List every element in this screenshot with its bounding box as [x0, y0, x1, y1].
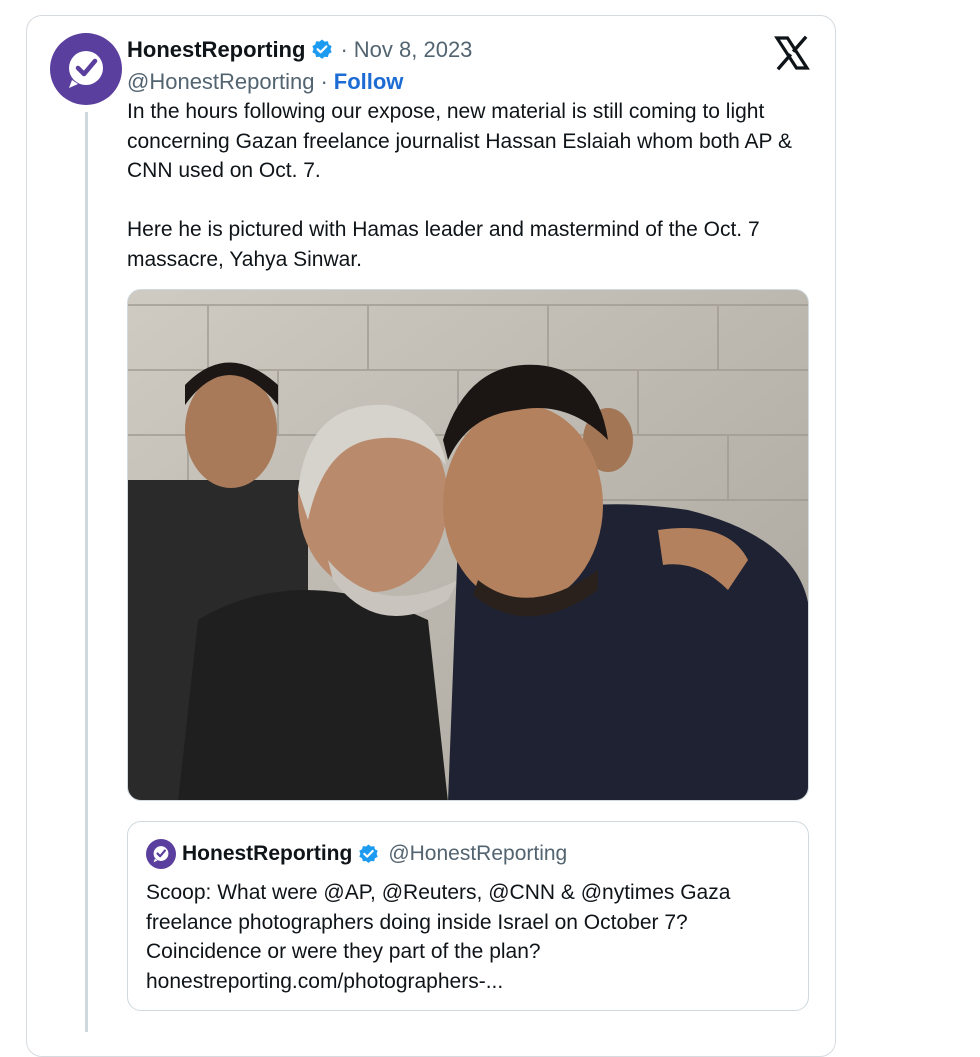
verified-badge-icon — [312, 39, 333, 59]
tweet-subheader: @HonestReporting · Follow — [127, 66, 403, 98]
quoted-author-avatar — [146, 839, 176, 869]
quoted-tweet-header: HonestReporting @HonestReporting — [146, 838, 567, 870]
author-avatar[interactable] — [50, 33, 122, 105]
tweet-header: HonestReporting · Nov 8, 2023 — [127, 34, 472, 66]
separator-dot: · — [340, 37, 348, 62]
checkmark-speech-bubble-icon — [153, 846, 169, 863]
photo-image — [128, 290, 808, 800]
quoted-author-name: HonestReporting — [182, 842, 353, 865]
quoted-text-line: freelance photographers doing inside Isr… — [146, 910, 688, 934]
quoted-tweet[interactable]: HonestReporting @HonestReporting Scoop: … — [127, 821, 809, 1011]
separator-dot: · — [320, 69, 328, 94]
quoted-text-line: Scoop: What were @AP, @Reuters, @CNN & @… — [146, 881, 731, 904]
quoted-text-line: Coincidence or were they part of the pla… — [146, 940, 541, 963]
verified-badge-icon — [359, 843, 379, 863]
author-name[interactable]: HonestReporting — [127, 37, 305, 63]
tweet-paragraph: In the hours following our expose, new m… — [127, 100, 792, 182]
thread-line — [85, 112, 88, 1032]
tweet-text: In the hours following our expose, new m… — [127, 97, 817, 274]
x-logo-icon[interactable] — [774, 35, 810, 71]
checkmark-speech-bubble-icon — [69, 51, 103, 88]
author-handle[interactable]: @HonestReporting — [127, 69, 314, 95]
quoted-tweet-text: Scoop: What were @AP, @Reuters, @CNN & @… — [146, 878, 786, 996]
tweet-date[interactable]: Nov 8, 2023 — [354, 37, 473, 63]
follow-button[interactable]: Follow — [334, 69, 404, 95]
tweet-photo[interactable] — [127, 289, 809, 801]
tweet-paragraph: Here he is pictured with Hamas leader an… — [127, 218, 760, 271]
quoted-link[interactable]: honestreporting.com/photographers-... — [146, 967, 786, 997]
quoted-author-handle: @HonestReporting — [388, 842, 568, 865]
